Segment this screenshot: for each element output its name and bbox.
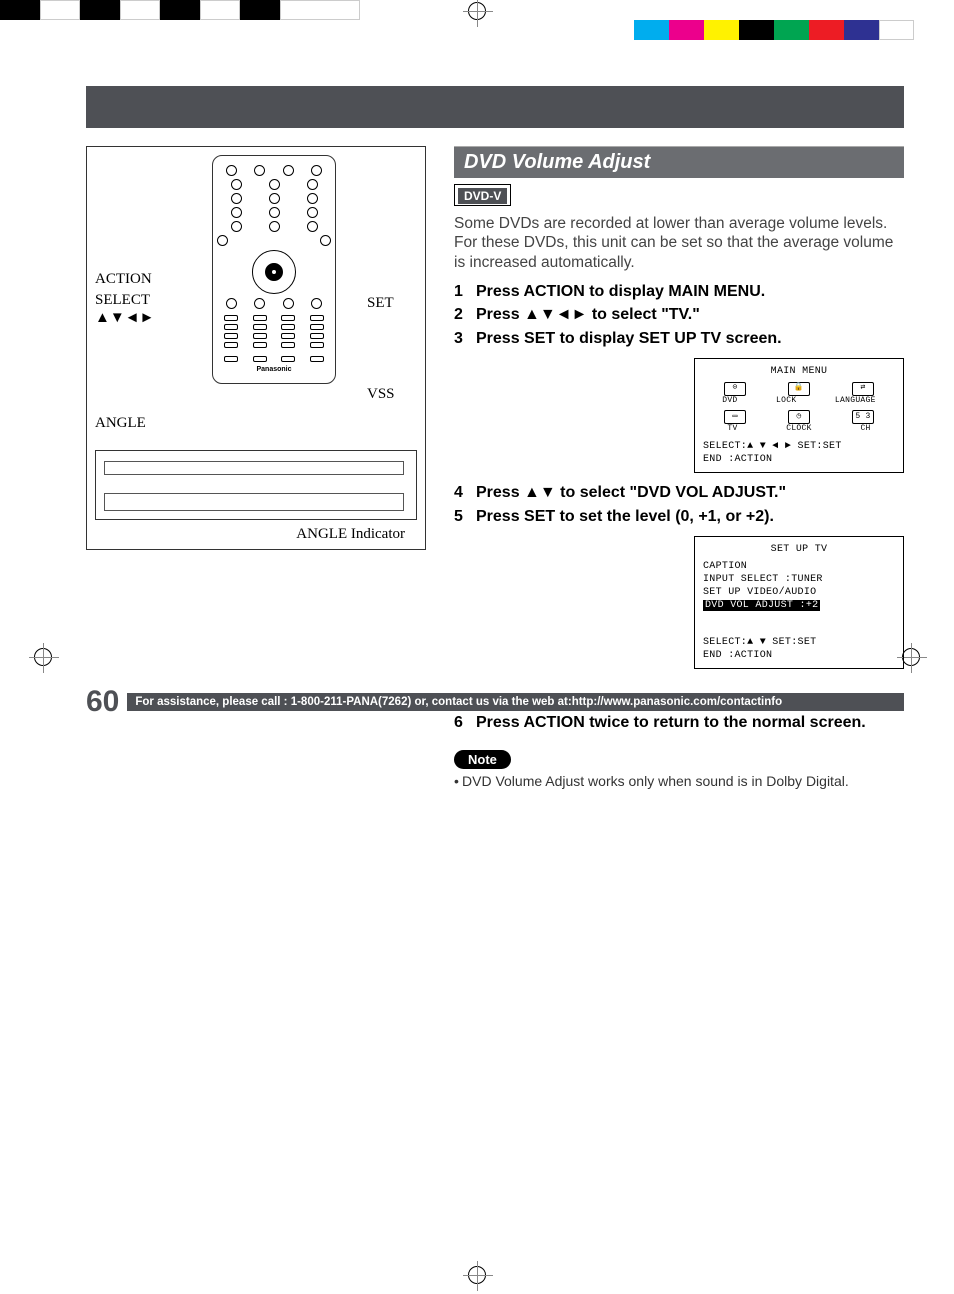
label-set: SET [367, 295, 417, 312]
osd-foot: END :ACTION [703, 453, 895, 466]
color-bar-left [0, 0, 380, 20]
dvd-v-box: DVD-V [454, 184, 511, 206]
osd-foot: SELECT:▲ ▼ ◄ ► SET:SET [703, 440, 895, 453]
nav-ring-icon [252, 250, 296, 294]
section-heading: DVD Volume Adjust [454, 146, 904, 178]
clock-icon: ◷ [788, 410, 810, 424]
osd-foot: SELECT:▲ ▼ SET:SET [703, 636, 895, 649]
dvd-v-badge: DVD-V [458, 188, 507, 204]
label-select: SELECT [95, 292, 150, 308]
ch-icon: 5 3 [852, 410, 874, 424]
manual-page: ACTION SELECT ▲▼◄► ANGLE [0, 24, 954, 809]
osd-title: SET UP TV [703, 543, 895, 556]
label-vss: VSS [367, 386, 417, 403]
lock-icon: 🔒 [788, 382, 810, 396]
page-banner [86, 86, 904, 128]
registration-row [0, 0, 954, 24]
label-action: ACTION [95, 271, 181, 288]
step-3: 3Press SET to display SET UP TV screen. [454, 329, 904, 348]
globe-icon: ⇄ [852, 382, 874, 396]
step-2: 2Press ▲▼◄► to select "TV." [454, 305, 904, 324]
page-number: 60 [86, 685, 119, 719]
tv-icon: ▭ [724, 410, 746, 424]
osd-title: MAIN MENU [703, 365, 895, 378]
osd-main-menu: MAIN MENU ⊙ 🔒 ⇄ DVD LOCK LANGUAGE ▭ ◷ 5 … [694, 358, 904, 474]
step-5: 5Press SET to set the level (0, +1, or +… [454, 507, 904, 526]
remote-outline: Panasonic [212, 155, 336, 384]
osd-set-up-tv: SET UP TV CAPTION INPUT SELECT :TUNER SE… [694, 536, 904, 669]
note-text: • DVD Volume Adjust works only when soun… [454, 773, 904, 789]
disc-icon: ⊙ [724, 382, 746, 396]
osd-foot: END :ACTION [703, 649, 895, 662]
osd-selected-item: DVD VOL ADJUST :+2 [703, 600, 820, 611]
step-1: 1Press ACTION to display MAIN MENU. [454, 282, 904, 301]
unit-outline [95, 450, 417, 520]
brand-label: Panasonic [217, 366, 331, 373]
label-angle: ANGLE [95, 415, 181, 432]
note-badge: Note [454, 750, 511, 769]
registration-mark-icon [468, 1266, 486, 1284]
label-angle-indicator: ANGLE Indicator [95, 526, 417, 543]
step-4: 4Press ▲▼ to select "DVD VOL ADJUST." [454, 483, 904, 502]
label-arrows: ▲▼◄► [95, 310, 154, 326]
intro-text: Some DVDs are recorded at lower than ave… [454, 214, 904, 272]
footer-assistance: For assistance, please call : 1-800-211-… [127, 693, 904, 711]
page-footer: 60 For assistance, please call : 1-800-2… [86, 685, 904, 719]
registration-mark-icon [468, 2, 486, 20]
